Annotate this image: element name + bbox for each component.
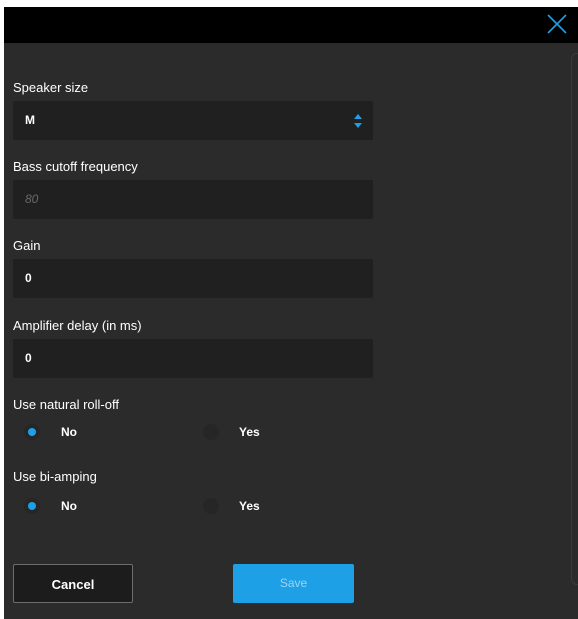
natural-rolloff-yes-label[interactable]: Yes [239,425,260,439]
amp-delay-label: Amplifier delay (in ms) [13,318,142,333]
speaker-size-label: Speaker size [13,80,89,95]
scrollbar[interactable] [571,53,578,585]
speaker-size-select[interactable]: M [13,101,373,140]
select-arrows-icon [354,114,362,128]
bi-amping-yes-radio[interactable] [203,498,219,514]
natural-rolloff-no-label[interactable]: No [61,425,77,439]
natural-rolloff-group: No Yes [13,422,373,442]
bi-amping-no-radio[interactable] [24,498,40,514]
close-icon[interactable] [544,11,570,37]
bi-amping-no-label[interactable]: No [61,499,77,513]
bass-cutoff-placeholder: 80 [25,192,39,206]
bi-amping-label: Use bi-amping [13,469,97,484]
bi-amping-yes-label[interactable]: Yes [239,499,260,513]
amp-delay-input[interactable]: 0 [13,339,373,378]
bass-cutoff-input[interactable]: 80 [13,180,373,219]
natural-rolloff-yes-radio[interactable] [203,424,219,440]
speaker-settings-dialog: Speaker size M Bass cutoff frequency 80 … [4,7,578,619]
speaker-size-value: M [25,113,35,127]
natural-rolloff-no-radio[interactable] [24,424,40,440]
cancel-button[interactable]: Cancel [13,564,133,603]
gain-label: Gain [13,238,41,253]
save-button[interactable]: Save [233,564,354,603]
bi-amping-group: No Yes [13,496,373,516]
natural-rolloff-label: Use natural roll-off [13,397,119,412]
amp-delay-value: 0 [25,351,32,365]
gain-input[interactable]: 0 [13,259,373,298]
bass-cutoff-label: Bass cutoff frequency [13,159,138,174]
gain-value: 0 [25,271,32,285]
dialog-titlebar [4,7,578,43]
